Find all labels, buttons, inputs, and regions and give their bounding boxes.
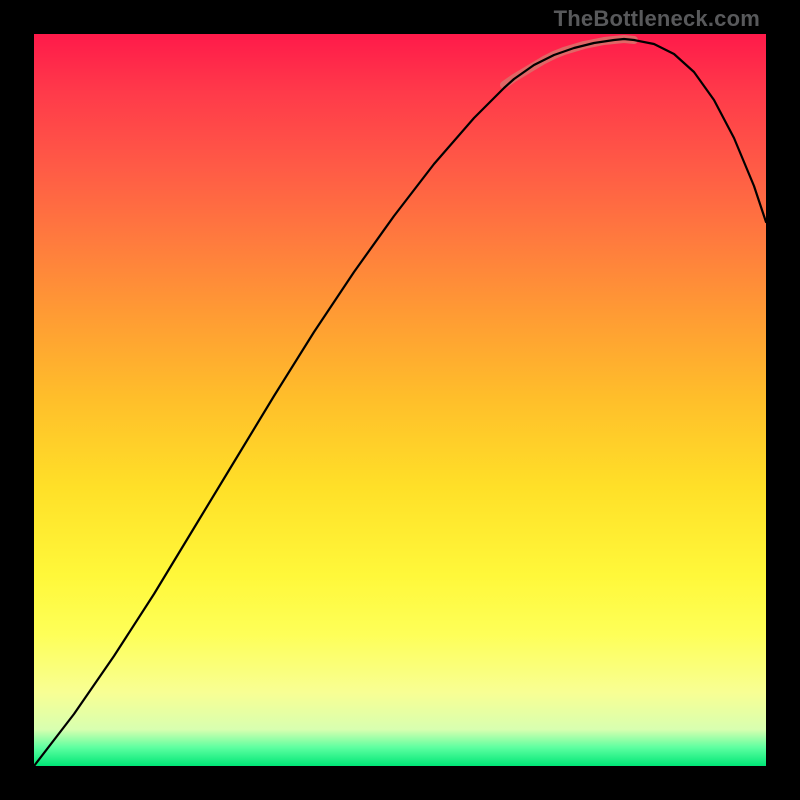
watermark-text: TheBottleneck.com bbox=[554, 6, 760, 32]
gradient-plot-area bbox=[34, 34, 766, 766]
curve-layer bbox=[34, 34, 766, 766]
main-curve bbox=[34, 39, 766, 766]
chart-frame: TheBottleneck.com bbox=[0, 0, 800, 800]
baseline-highlight bbox=[504, 39, 634, 85]
